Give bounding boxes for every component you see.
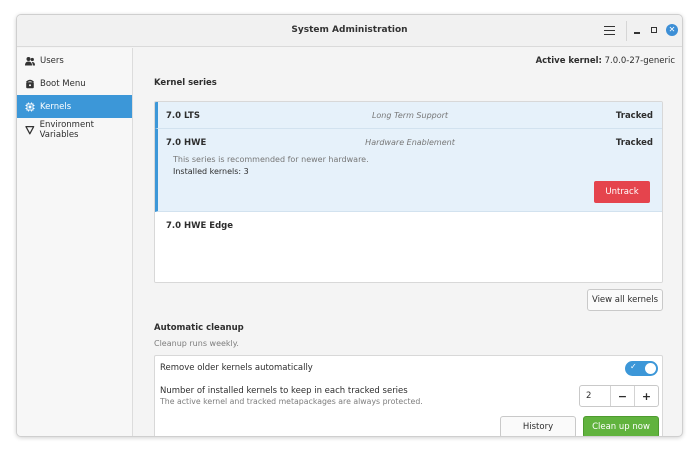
keep-count-input[interactable]: 2 bbox=[580, 386, 611, 406]
sidebar-item-kernels[interactable]: Kernels bbox=[17, 95, 132, 118]
active-kernel-label: Active kernel: bbox=[535, 56, 602, 66]
sidebar-item-label: Users bbox=[40, 55, 64, 66]
kernel-series-list: Long Term Support 7.0 LTS Tracked Hardwa… bbox=[154, 101, 663, 283]
series-description: Hardware Enablement bbox=[365, 138, 455, 147]
minimize-icon[interactable] bbox=[634, 32, 640, 34]
series-status: Tracked bbox=[615, 138, 653, 148]
app-window: System Administration ✕ Users Boot Menu bbox=[16, 14, 683, 437]
variable-icon bbox=[25, 125, 35, 134]
automatic-cleanup-heading: Automatic cleanup bbox=[154, 323, 244, 333]
main-panel: Active kernel: 7.0.0-27-generic Kernel s… bbox=[134, 48, 682, 436]
keep-count-stepper[interactable]: 2 − + bbox=[579, 385, 659, 407]
cleanup-options-box: Remove older kernels automatically ✓ Num… bbox=[154, 355, 663, 436]
sidebar-item-label: Environment Variables bbox=[39, 119, 94, 140]
decrement-button[interactable]: − bbox=[611, 386, 635, 406]
increment-button[interactable]: + bbox=[635, 386, 658, 406]
series-name: 7.0 HWE bbox=[166, 138, 207, 148]
series-row-hwe-edge[interactable]: 7.0 HWE Edge bbox=[155, 212, 662, 282]
auto-remove-toggle[interactable]: ✓ bbox=[625, 361, 658, 376]
toggle-knob bbox=[645, 363, 656, 374]
keep-count-label: Number of installed kernels to keep in e… bbox=[160, 386, 408, 396]
close-icon[interactable]: ✕ bbox=[666, 24, 678, 36]
maximize-icon[interactable] bbox=[651, 27, 657, 33]
series-row-lts[interactable]: Long Term Support 7.0 LTS Tracked bbox=[155, 102, 662, 129]
check-icon: ✓ bbox=[630, 362, 637, 371]
users-icon bbox=[25, 56, 35, 65]
sidebar-item-users[interactable]: Users bbox=[17, 49, 132, 72]
series-description: Long Term Support bbox=[371, 111, 449, 120]
view-all-kernels-button[interactable]: View all kernels bbox=[587, 289, 663, 311]
series-name: 7.0 LTS bbox=[166, 111, 200, 121]
sidebar: Users Boot Menu Kernels Environment Vari… bbox=[17, 48, 133, 436]
keep-count-subtext: The active kernel and tracked metapackag… bbox=[160, 397, 423, 406]
window-title: System Administration bbox=[291, 25, 408, 35]
untrack-button[interactable]: Untrack bbox=[594, 181, 650, 203]
boot-menu-icon bbox=[26, 79, 34, 88]
installed-kernels-count: Installed kernels: 3 bbox=[173, 167, 249, 176]
series-detail-text: This series is recommended for newer har… bbox=[173, 155, 369, 164]
sidebar-item-environment-variables[interactable]: Environment Variables bbox=[17, 118, 132, 141]
series-name: 7.0 HWE Edge bbox=[166, 221, 234, 231]
cleanup-subtitle: Cleanup runs weekly. bbox=[154, 339, 239, 348]
series-status: Tracked bbox=[615, 111, 653, 121]
titlebar-separator bbox=[626, 21, 627, 41]
history-button[interactable]: History bbox=[500, 416, 576, 436]
kernel-series-heading: Kernel series bbox=[154, 78, 217, 88]
clean-up-now-button[interactable]: Clean up now bbox=[583, 416, 659, 436]
series-row-hwe[interactable]: Hardware Enablement 7.0 HWE Tracked This… bbox=[155, 129, 662, 212]
active-kernel-value: 7.0.0-27-generic bbox=[604, 56, 675, 66]
chip-icon bbox=[25, 102, 35, 111]
active-kernel-readout: Active kernel: 7.0.0-27-generic bbox=[536, 56, 675, 66]
title-bar: System Administration ✕ bbox=[17, 15, 682, 47]
sidebar-item-boot-menu[interactable]: Boot Menu bbox=[17, 72, 132, 95]
sidebar-item-label: Boot Menu bbox=[40, 78, 86, 89]
sidebar-item-label: Kernels bbox=[40, 101, 72, 112]
hamburger-menu-icon[interactable] bbox=[604, 26, 615, 35]
auto-remove-label: Remove older kernels automatically bbox=[160, 363, 313, 373]
